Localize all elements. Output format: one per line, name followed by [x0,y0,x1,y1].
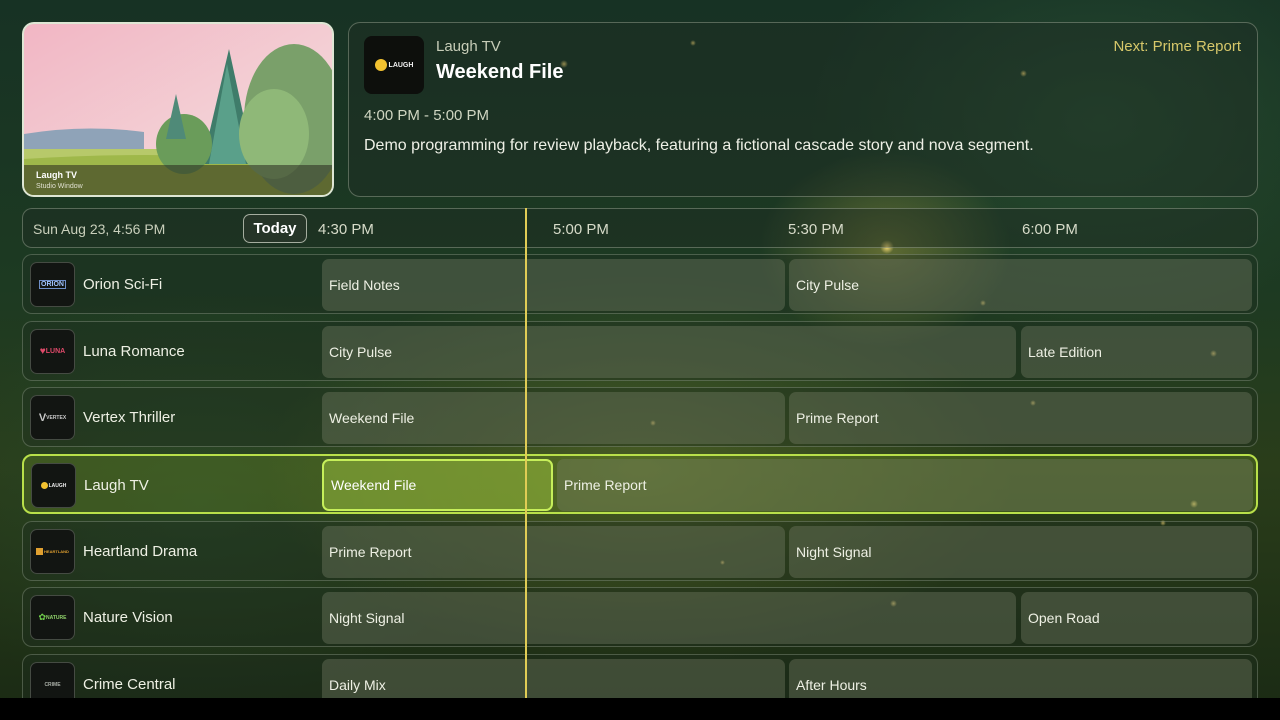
program-description: Demo programming for review playback, fe… [364,137,1034,154]
channel-name: Laugh TV [84,477,149,494]
program-cell[interactable]: Late Edition [1021,326,1252,378]
luna-logo-icon: ♥ LUNA [30,329,75,374]
live-preview-window[interactable]: Laugh TV Studio Window [22,22,334,197]
program-cell[interactable]: Night Signal [322,592,1016,644]
channel-name: Orion Sci-Fi [83,276,163,293]
laugh-tv-logo-icon: LAUGH [364,36,424,94]
time-tick: 4:30 PM [318,221,374,238]
vertex-logo-icon: V VERTEX [30,395,75,440]
program-cell[interactable]: City Pulse [789,259,1252,311]
logo-text: LAUGH [388,61,414,69]
channel-name: Nature Vision [83,609,173,626]
timeline-header: Sun Aug 23, 4:56 PM Today 4:30 PM 5:00 P… [22,208,1258,248]
preview-channel: Laugh TV [36,170,77,180]
preview-caption: Laugh TV Studio Window [24,165,332,195]
laugh-tv-logo-icon: LAUGH [31,463,76,508]
program-cell[interactable]: Prime Report [557,459,1253,511]
time-tick: 5:00 PM [553,221,609,238]
time-tick: 5:30 PM [788,221,844,238]
program-cell[interactable]: Night Signal [789,526,1252,578]
heartland-logo-icon: HEARTLAND [30,529,75,574]
preview-subtitle: Studio Window [36,183,83,190]
bottom-edge [0,698,1280,720]
program-cell[interactable]: City Pulse [322,326,1016,378]
today-button[interactable]: Today [243,214,307,243]
current-time-indicator [525,208,527,698]
channel-row-active[interactable]: LAUGH Laugh TV Weekend File Prime Report [22,454,1258,514]
program-cell[interactable]: Weekend File [322,392,785,444]
program-cell[interactable]: Field Notes [322,259,785,311]
channel-name: Vertex Thriller [83,409,176,426]
channel-row[interactable]: ♥ LUNA Luna Romance City Pulse Late Editi… [22,321,1258,381]
channel-row[interactable]: ORION Orion Sci-Fi Field Notes City Puls… [22,254,1258,314]
channel-name: Luna Romance [83,343,185,360]
next-program: Next: Prime Report [1113,38,1241,55]
program-time: 4:00 PM - 5:00 PM [364,107,490,124]
nature-vision-logo-icon: ✿ NATURE [30,595,75,640]
channel-row[interactable]: HEARTLAND Heartland Drama Prime Report N… [22,521,1258,581]
channel-row[interactable]: ✿ NATURE Nature Vision Night Signal Open … [22,587,1258,647]
orion-logo-icon: ORION [30,262,75,307]
current-date-time: Sun Aug 23, 4:56 PM [33,221,166,237]
program-title: Weekend File [436,61,564,83]
program-info-panel: LAUGH Laugh TV Weekend File Next: Prime … [348,22,1258,197]
program-cell[interactable]: Prime Report [789,392,1252,444]
info-channel: Laugh TV [436,38,501,55]
channel-name: Heartland Drama [83,543,198,560]
channel-name: Crime Central [83,676,176,693]
time-tick: 6:00 PM [1022,221,1078,238]
program-cell[interactable]: Open Road [1021,592,1252,644]
program-cell[interactable]: Prime Report [322,526,785,578]
program-cell-selected[interactable]: Weekend File [322,459,553,511]
channel-row[interactable]: V VERTEX Vertex Thriller Weekend File Pri… [22,387,1258,447]
